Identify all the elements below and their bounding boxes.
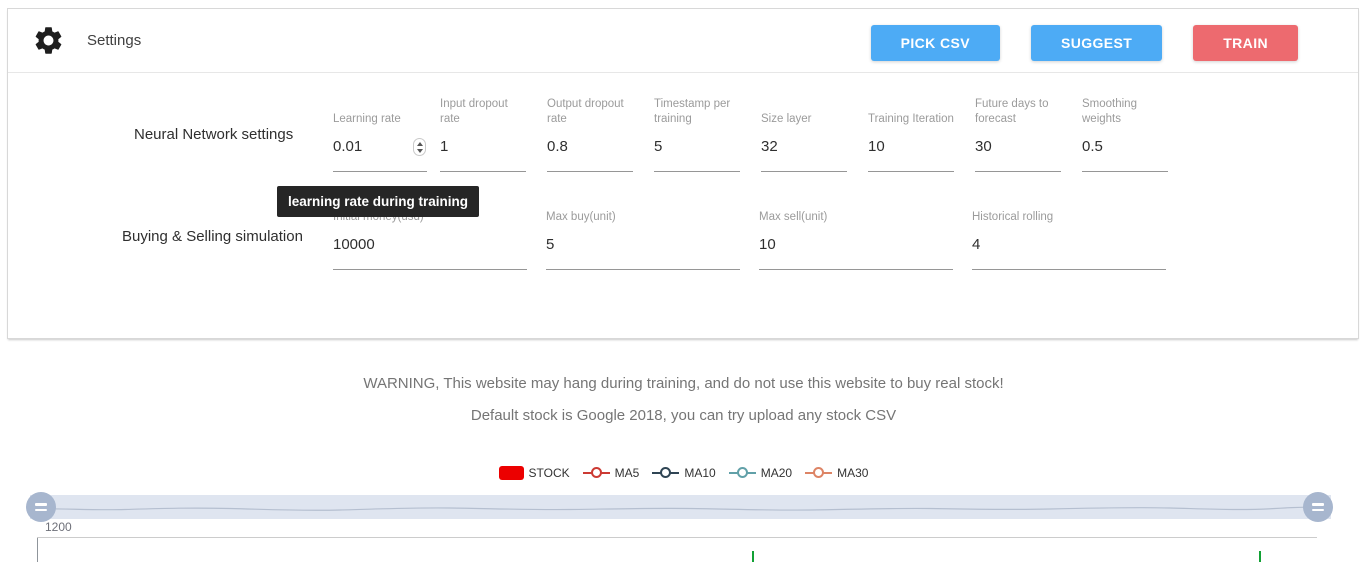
output-dropout-rate-input[interactable]: 0.8 [547, 127, 633, 172]
input-dropout-rate-field: Input dropout rate 1 [440, 96, 526, 172]
learning-rate-label: Learning rate [333, 96, 427, 127]
legend-label-ma10: MA10 [684, 466, 715, 480]
suggest-button[interactable]: SUGGEST [1031, 25, 1162, 61]
number-stepper-icon[interactable] [413, 138, 426, 156]
future-days-label: Future days to forecast [975, 96, 1061, 127]
buying-selling-simulation-label: Buying & Selling simulation [122, 228, 303, 245]
input-dropout-rate-input[interactable]: 1 [440, 127, 526, 172]
size-layer-input[interactable]: 32 [761, 127, 847, 172]
legend-label-stock: STOCK [529, 466, 570, 480]
default-stock-text: Default stock is Google 2018, you can tr… [0, 407, 1367, 424]
size-layer-field: Size layer 32 [761, 96, 847, 172]
training-iteration-input[interactable]: 10 [868, 127, 954, 172]
neural-network-fields-row: Learning rate 0.01 Input dropout rate 1 … [333, 96, 1189, 172]
gridline [37, 537, 1317, 538]
datazoom-left-handle-icon[interactable] [26, 492, 56, 522]
historical-rolling-field: Historical rolling 4 [972, 194, 1166, 270]
learning-rate-tooltip: learning rate during training [277, 186, 479, 217]
smoothing-weights-label: Smoothing weights [1082, 96, 1168, 127]
size-layer-label: Size layer [761, 96, 847, 127]
y-axis-tick-label: 1200 [45, 520, 72, 534]
max-buy-input[interactable]: 5 [546, 225, 740, 270]
candle-wick [1259, 551, 1261, 562]
ma5-marker-icon [583, 466, 610, 480]
max-buy-label: Max buy(unit) [546, 194, 740, 225]
train-button[interactable]: TRAIN [1193, 25, 1298, 61]
stock-marker-icon [499, 466, 524, 480]
y-axis-line [37, 537, 38, 562]
datazoom-preview-line [30, 495, 1331, 519]
historical-rolling-label: Historical rolling [972, 194, 1166, 225]
future-days-input[interactable]: 30 [975, 127, 1061, 172]
datazoom-slider[interactable] [30, 495, 1331, 519]
datazoom-right-handle-icon[interactable] [1303, 492, 1333, 522]
initial-money-input[interactable]: 10000 [333, 225, 527, 270]
pick-csv-button[interactable]: PICK CSV [871, 25, 1000, 61]
legend-item-ma5[interactable]: MA5 [583, 466, 640, 480]
max-buy-field: Max buy(unit) 5 [546, 194, 740, 270]
input-dropout-rate-label: Input dropout rate [440, 96, 526, 127]
settings-card: Settings PICK CSV SUGGEST TRAIN Neural N… [7, 8, 1359, 339]
legend-item-ma30[interactable]: MA30 [805, 466, 868, 480]
max-sell-label: Max sell(unit) [759, 194, 953, 225]
warning-text: WARNING, This website may hang during tr… [0, 375, 1367, 392]
timestamp-per-training-input[interactable]: 5 [654, 127, 740, 172]
smoothing-weights-input[interactable]: 0.5 [1082, 127, 1168, 172]
legend-label-ma20: MA20 [761, 466, 792, 480]
timestamp-per-training-field: Timestamp per training 5 [654, 96, 740, 172]
max-sell-field: Max sell(unit) 10 [759, 194, 953, 270]
legend-item-ma10[interactable]: MA10 [652, 466, 715, 480]
legend-item-ma20[interactable]: MA20 [729, 466, 792, 480]
legend-label-ma30: MA30 [837, 466, 868, 480]
legend-label-ma5: MA5 [615, 466, 640, 480]
smoothing-weights-field: Smoothing weights 0.5 [1082, 96, 1168, 172]
page-title: Settings [87, 32, 141, 49]
timestamp-per-training-label: Timestamp per training [654, 96, 740, 127]
ma20-marker-icon [729, 466, 756, 480]
output-dropout-rate-label: Output dropout rate [547, 96, 633, 127]
gear-icon [32, 24, 65, 57]
historical-rolling-input[interactable]: 4 [972, 225, 1166, 270]
learning-rate-field: Learning rate 0.01 [333, 96, 427, 172]
output-dropout-rate-field: Output dropout rate 0.8 [547, 96, 633, 172]
training-iteration-label: Training Iteration [868, 96, 954, 127]
settings-header: Settings PICK CSV SUGGEST TRAIN [8, 9, 1358, 73]
learning-rate-input[interactable]: 0.01 [333, 127, 427, 172]
ma30-marker-icon [805, 466, 832, 480]
ma10-marker-icon [652, 466, 679, 480]
max-sell-input[interactable]: 10 [759, 225, 953, 270]
candle-wick [752, 551, 754, 562]
legend-item-stock[interactable]: STOCK [499, 466, 570, 480]
training-iteration-field: Training Iteration 10 [868, 96, 954, 172]
neural-network-settings-label: Neural Network settings [134, 126, 293, 143]
chart-legend: STOCK MA5 MA10 MA20 MA30 [0, 466, 1367, 480]
future-days-field: Future days to forecast 30 [975, 96, 1061, 172]
